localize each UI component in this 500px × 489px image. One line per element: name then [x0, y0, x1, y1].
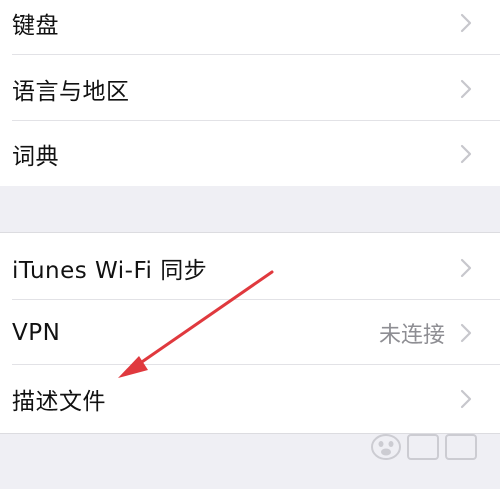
row-itunes-wifi-sync-label: iTunes Wi-Fi 同步 — [12, 257, 208, 284]
baidu-jingyan-watermark — [371, 434, 477, 460]
row-vpn-label: VPN — [12, 319, 61, 346]
row-separator — [12, 54, 500, 55]
row-itunes-wifi-sync[interactable]: iTunes Wi-Fi 同步 — [0, 235, 500, 300]
chevron-right-icon — [460, 258, 472, 277]
row-language-region-label: 语言与地区 — [12, 78, 130, 105]
settings-group-general: 键盘 语言与地区 词典 — [0, 0, 500, 186]
settings-group-sync: iTunes Wi-Fi 同步 VPN 未连接 描述文件 — [0, 232, 500, 434]
chevron-right-icon — [460, 323, 472, 342]
row-profiles-label: 描述文件 — [12, 388, 106, 415]
row-language-region[interactable]: 语言与地区 — [0, 56, 500, 121]
row-keyboard[interactable]: 键盘 — [0, 0, 500, 55]
row-dictionary[interactable]: 词典 — [0, 121, 500, 186]
chevron-right-icon — [460, 79, 472, 98]
row-vpn[interactable]: VPN 未连接 — [0, 300, 500, 365]
chevron-right-icon — [460, 13, 472, 32]
chevron-right-icon — [460, 144, 472, 163]
row-vpn-status: 未连接 — [378, 322, 445, 348]
row-keyboard-label: 键盘 — [12, 12, 59, 39]
row-dictionary-label: 词典 — [12, 143, 59, 170]
row-separator — [12, 364, 500, 365]
row-profiles[interactable]: 描述文件 — [0, 366, 500, 431]
chevron-right-icon — [460, 389, 472, 408]
